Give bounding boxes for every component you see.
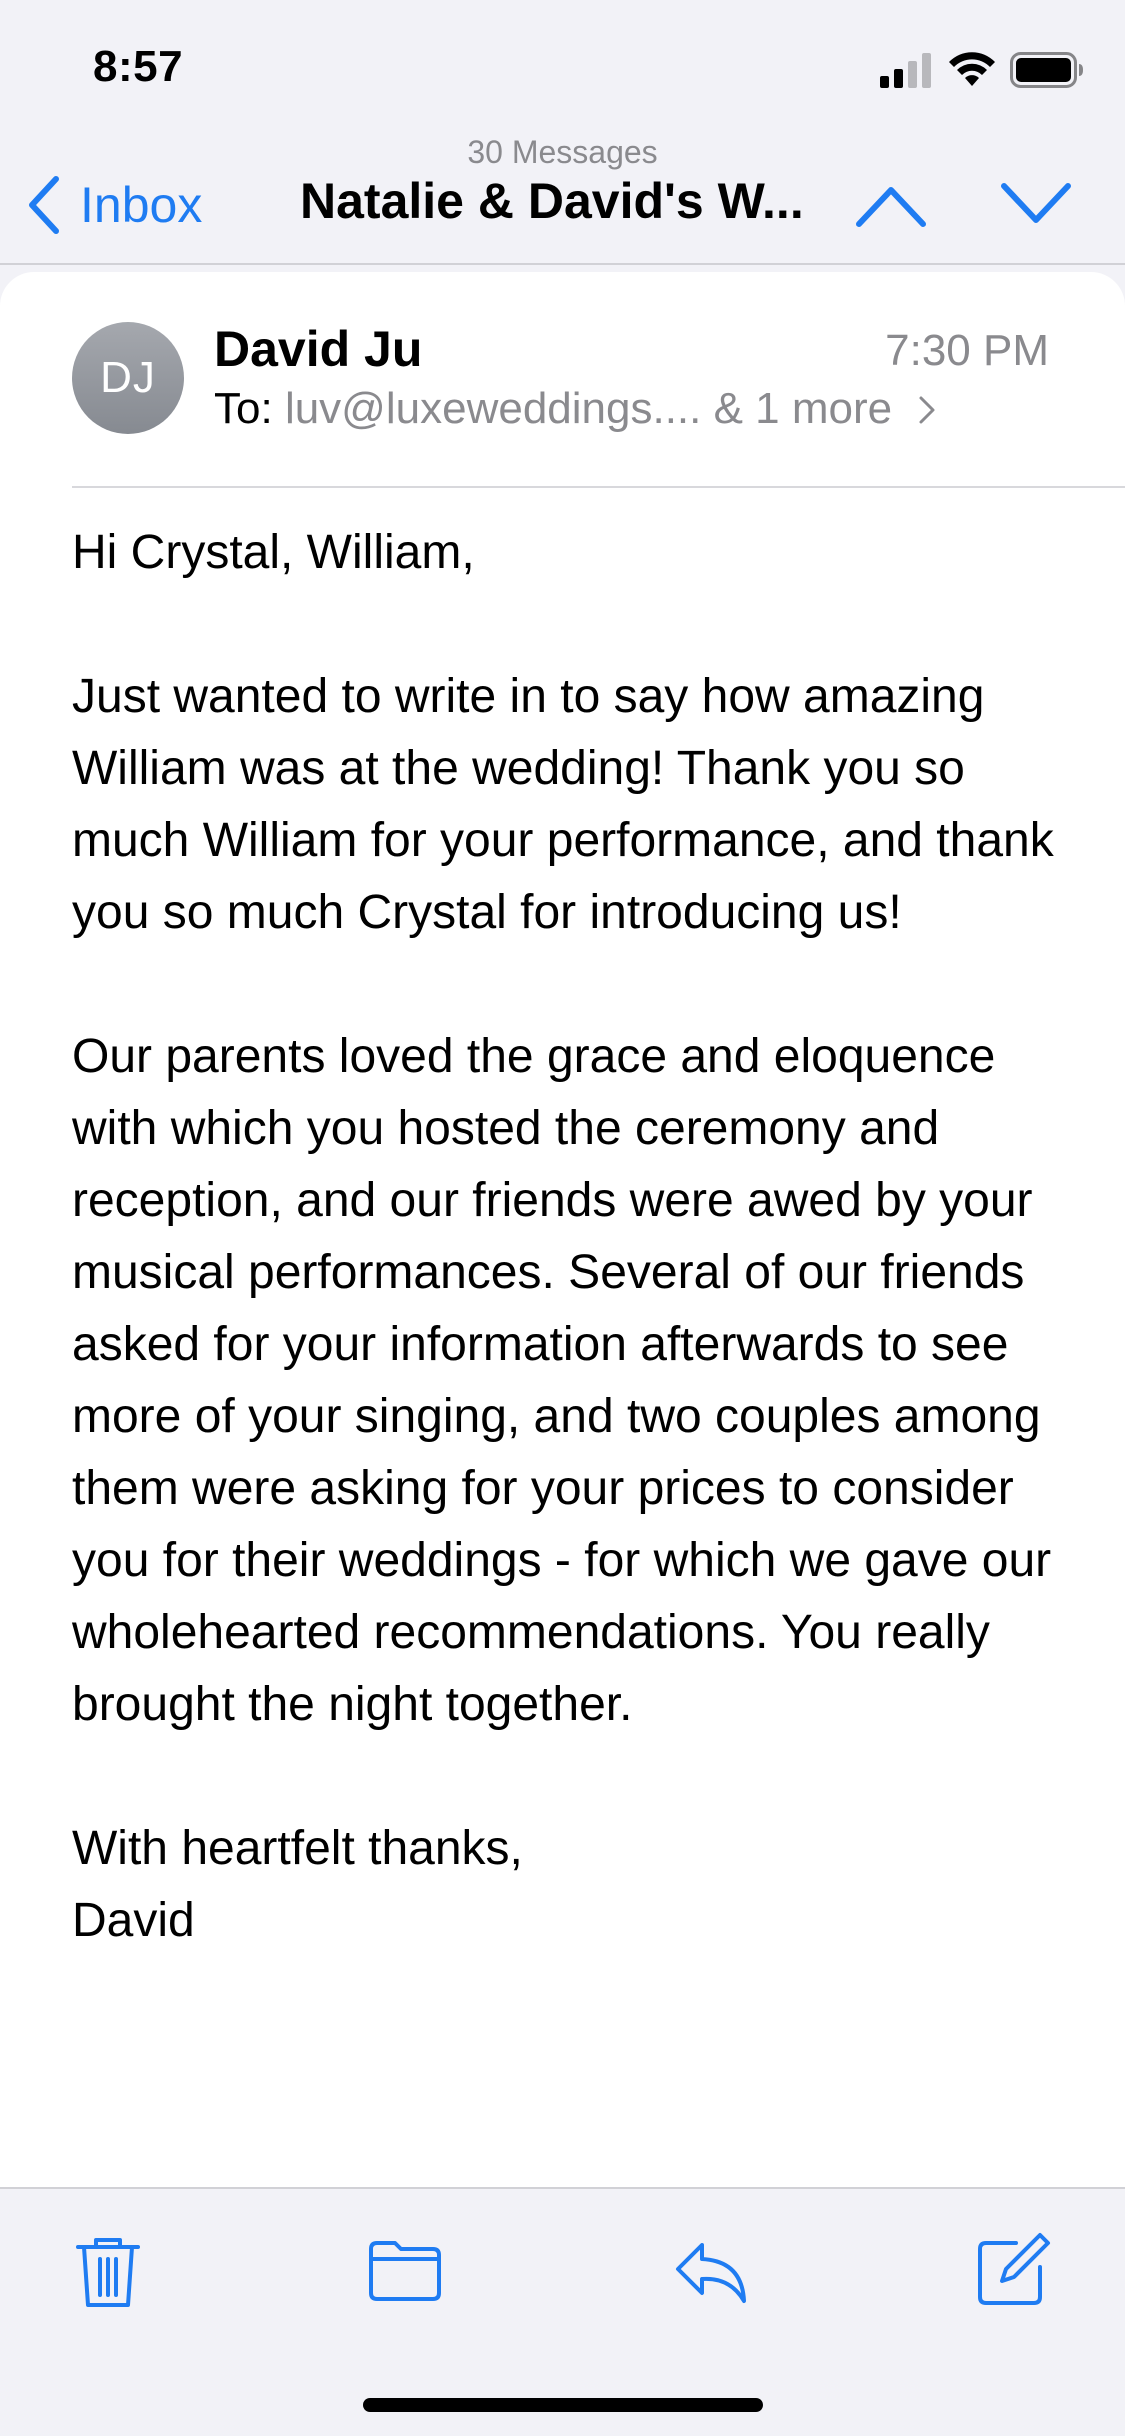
move-to-folder-button[interactable] [365, 2231, 445, 2311]
sent-time: 7:30 PM [885, 326, 1049, 375]
message-body: Hi Crystal, William, Just wanted to writ… [72, 517, 1072, 1957]
wifi-icon [949, 52, 995, 86]
nav-bar: 30 Messages Inbox Natalie & David's W... [0, 120, 1125, 265]
status-bar: 8:57 [0, 0, 1125, 140]
previous-message-button[interactable] [855, 170, 927, 240]
chevron-down-icon [1001, 183, 1071, 223]
to-more: & 1 more [713, 384, 893, 433]
status-time: 8:57 [93, 42, 184, 91]
signoff: With heartfelt thanks, David [72, 1813, 1072, 1957]
back-label: Inbox [80, 177, 203, 233]
trash-icon [76, 2238, 140, 2307]
signoff-line-2: David [72, 1894, 195, 1947]
greeting: Hi Crystal, William, [72, 526, 475, 579]
header-divider [72, 486, 1125, 488]
compose-icon [978, 2233, 1050, 2305]
message-card: DJ David Ju 7:30 PM To: luv@luxeweddings… [0, 272, 1125, 2187]
next-message-button[interactable] [1000, 170, 1072, 240]
battery-icon [1010, 52, 1083, 88]
mail-screen: 8:57 30 Messages Inbox Natalie & David's… [0, 0, 1125, 2436]
body-paragraph-2: Our parents loved the grace and eloquenc… [72, 1030, 1052, 1731]
home-indicator[interactable] [363, 2398, 763, 2412]
folder-icon [369, 2241, 441, 2301]
reply-icon [676, 2243, 746, 2303]
trash-button[interactable] [68, 2231, 148, 2311]
back-button[interactable]: Inbox [26, 170, 202, 240]
thread-title: Natalie & David's W... [300, 173, 804, 229]
recipients-line[interactable]: To: luv@luxeweddings.... & 1 more [214, 384, 936, 434]
to-label: To: [214, 384, 273, 433]
chevron-right-icon [919, 396, 935, 424]
message-count: 30 Messages [467, 134, 658, 170]
signal-icon [880, 53, 931, 88]
avatar[interactable]: DJ [72, 322, 184, 434]
compose-button[interactable] [972, 2231, 1052, 2311]
signoff-line-1: With heartfelt thanks, [72, 1822, 523, 1875]
sender-name[interactable]: David Ju [214, 320, 422, 378]
body-paragraph-1: Just wanted to write in to say how amazi… [72, 670, 1054, 939]
chevron-up-icon [856, 187, 926, 227]
chevron-left-icon [29, 176, 59, 234]
reply-button[interactable] [672, 2231, 752, 2311]
to-address: luv@luxeweddings.... [284, 384, 702, 433]
